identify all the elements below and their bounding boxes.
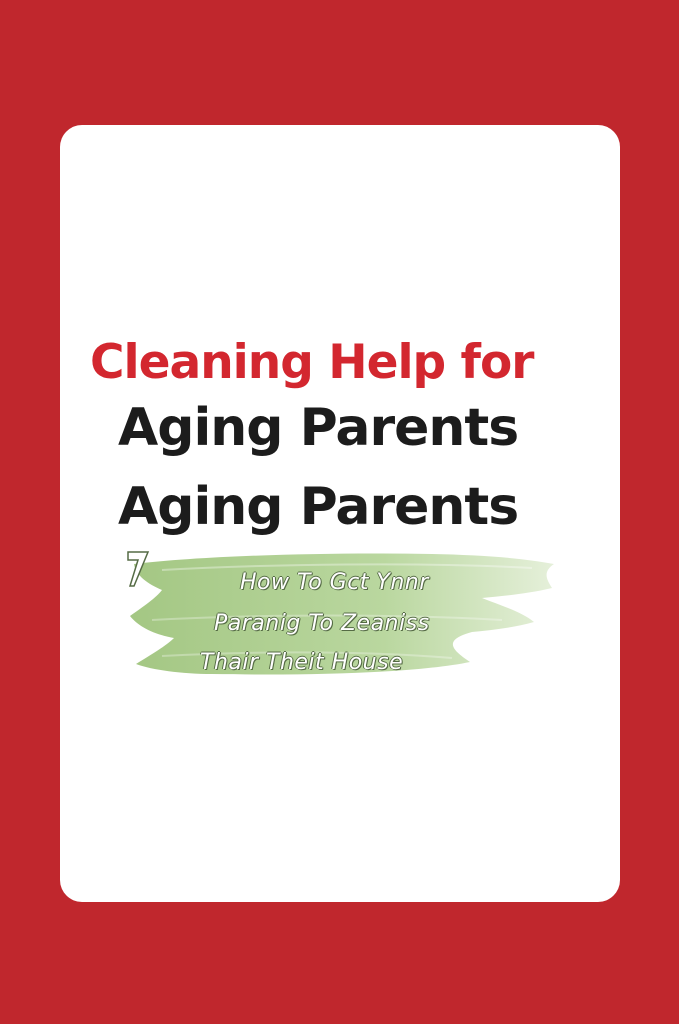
subtitle-line-3: Thair Theit House [200, 650, 404, 675]
title-line-1: Cleaning Help for [90, 335, 534, 390]
subtitle-line-1: How To Gct Ynnr [240, 570, 429, 595]
subtitle-brush-stroke: How To Gct Ynnr Paranig To Zeaniss Thair… [122, 550, 562, 685]
subtitle-line-2: Paranig To Zeaniss [214, 611, 430, 636]
cover-card: Cleaning Help for Aging Parents Aging Pa… [60, 125, 620, 902]
title-line-2: Aging Parents [118, 398, 519, 458]
quote-mark-icon [127, 551, 150, 587]
title-line-3: Aging Parents [118, 477, 519, 537]
